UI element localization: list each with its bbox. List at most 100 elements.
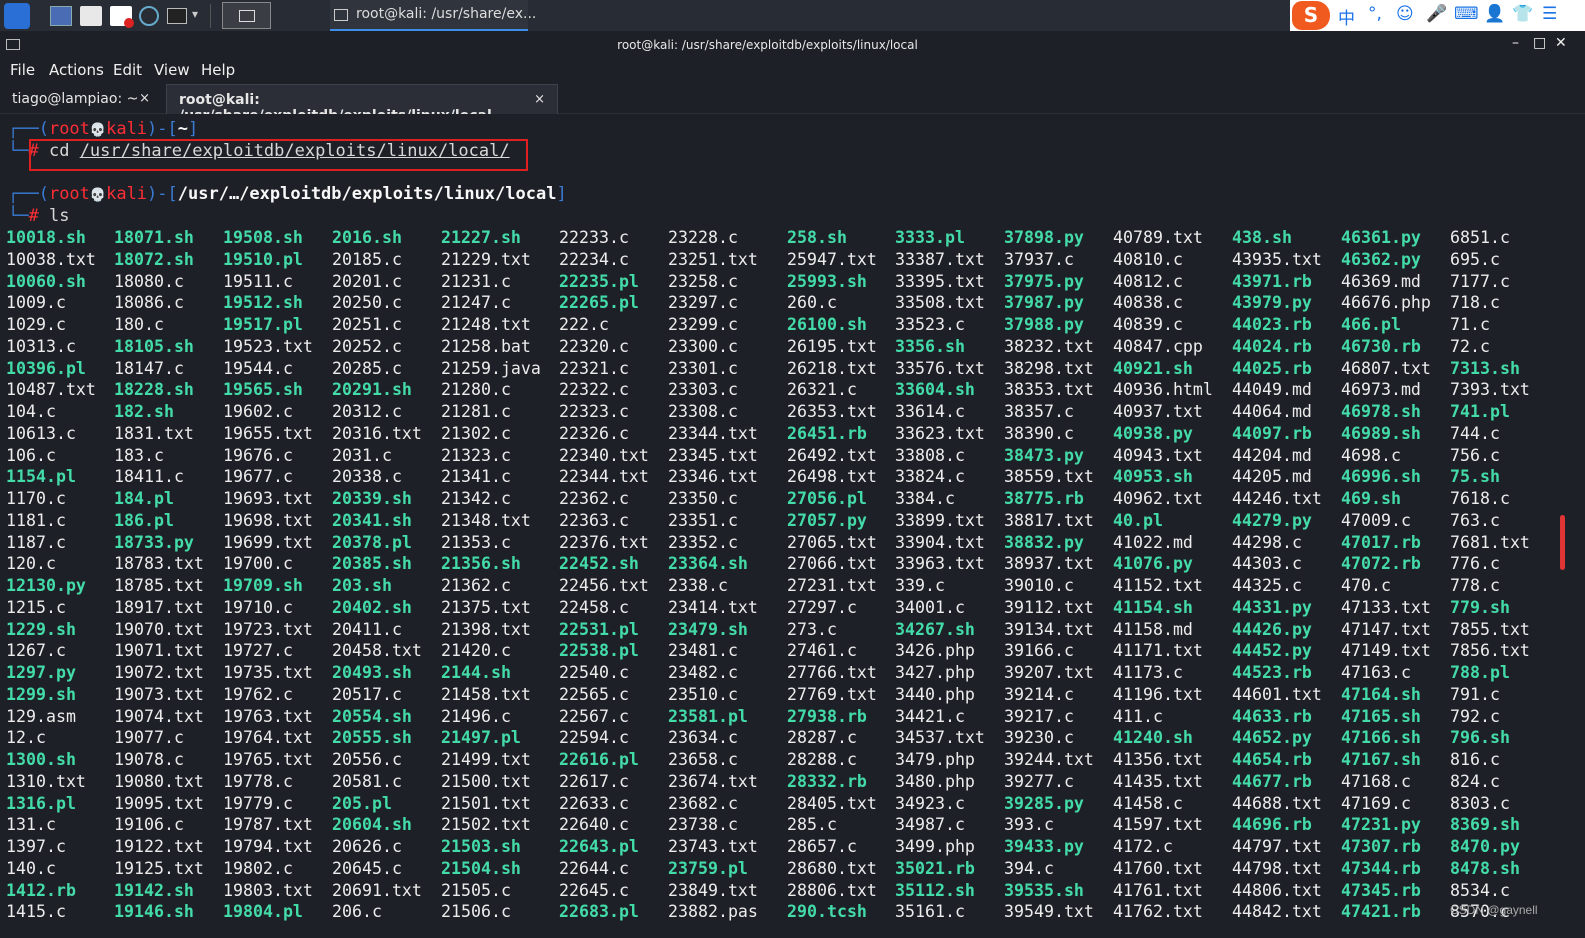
menu-edit[interactable]: Edit xyxy=(113,61,142,79)
keyboard-icon[interactable]: ⌨ xyxy=(1454,4,1479,24)
exec-file-entry: 33604.sh xyxy=(895,380,975,400)
file-entry: 22644.c xyxy=(559,858,629,878)
window-titlebar[interactable]: root@kali: /usr/share/exploitdb/exploits… xyxy=(0,31,1585,59)
skin-icon[interactable]: 👕 xyxy=(1512,4,1533,24)
menu-file[interactable]: File xyxy=(10,61,35,79)
exec-file-entry: 44654.rb xyxy=(1232,750,1312,769)
scrollbar-thumb[interactable] xyxy=(1560,515,1565,570)
file-entry: 8534.c xyxy=(1450,880,1510,900)
file-entry: 19710.c xyxy=(223,597,293,617)
file-entry: 183.c xyxy=(114,445,164,465)
ime-chinese-icon[interactable]: 中 xyxy=(1338,4,1355,29)
tab-root-kali[interactable]: root@kali: /usr/share/exploitdb/exploits… xyxy=(166,84,558,124)
file-entry: 816.c xyxy=(1450,750,1500,769)
file-entry: 19677.c xyxy=(223,467,293,487)
tab-close-icon[interactable]: × xyxy=(139,91,150,106)
file-entry: 1831.txt xyxy=(114,423,194,443)
exec-file-entry: 469.sh xyxy=(1341,489,1401,508)
file-entry: 39277.c xyxy=(1004,771,1074,791)
file-entry: 1215.c xyxy=(6,597,66,617)
exec-file-entry: 39285.py xyxy=(1004,793,1084,813)
microphone-icon[interactable]: 🎤 xyxy=(1426,4,1447,24)
prompt-decoration: ┌──( xyxy=(8,184,49,204)
file-entry: 23882.pas xyxy=(668,902,758,922)
file-entry: 7681.txt xyxy=(1450,532,1530,552)
maximize-button[interactable]: □ xyxy=(1533,35,1546,51)
menu-help[interactable]: Help xyxy=(201,61,235,79)
file-entry: 39230.c xyxy=(1004,728,1074,748)
file-entry: 393.c xyxy=(1004,815,1054,835)
file-entry: 140.c xyxy=(6,858,56,878)
file-entry: 40789.txt xyxy=(1113,228,1203,247)
exec-file-entry: 2144.sh xyxy=(441,663,511,682)
file-entry: 3440.php xyxy=(895,684,975,704)
file-entry: 40937.txt xyxy=(1113,402,1203,421)
file-entry: 19106.c xyxy=(114,815,184,835)
file-entry: 18147.c xyxy=(114,358,184,378)
taskbar-item-terminal[interactable]: root@kali: /usr/share/ex... xyxy=(330,0,536,31)
terminal-launcher-icon[interactable] xyxy=(167,8,187,24)
file-entry: 4698.c xyxy=(1341,445,1401,465)
kali-menu-icon[interactable] xyxy=(4,3,30,29)
ime-logo-icon[interactable]: S xyxy=(1292,1,1330,30)
menu-view[interactable]: View xyxy=(154,61,190,79)
file-entry: 19655.txt xyxy=(223,423,313,443)
user-icon[interactable]: 👤 xyxy=(1484,4,1505,24)
file-entry: 19803.txt xyxy=(223,880,313,900)
file-entry: 394.c xyxy=(1004,858,1054,878)
exec-file-entry: 7313.sh xyxy=(1450,358,1520,378)
file-entry: 2338.c xyxy=(668,576,728,595)
file-entry: 47133.txt xyxy=(1341,597,1431,617)
file-entry: 273.c xyxy=(787,619,837,639)
file-entry: 21348.txt xyxy=(441,510,531,530)
file-entry: 23299.c xyxy=(668,315,738,334)
file-entry: 41158.md xyxy=(1113,619,1193,639)
exec-file-entry: 3356.sh xyxy=(895,336,965,356)
ime-menu-icon[interactable]: ☰ xyxy=(1542,4,1557,24)
file-entry: 25947.txt xyxy=(787,249,877,269)
exec-file-entry: 44279.py xyxy=(1232,510,1312,530)
workspace-switcher[interactable] xyxy=(222,2,271,29)
menu-actions[interactable]: Actions xyxy=(49,61,104,79)
minimize-button[interactable]: – xyxy=(1512,35,1519,51)
browser-icon[interactable] xyxy=(139,6,159,26)
terminal-output[interactable]: ┌──(root💀kali)-[~] └─# cd /usr/share/exp… xyxy=(0,114,1585,938)
file-entry: 23482.c xyxy=(668,663,738,682)
file-entry: 39549.txt xyxy=(1004,902,1094,922)
tab-close-icon[interactable]: × xyxy=(534,92,545,107)
file-entry: 23303.c xyxy=(668,380,738,400)
file-manager-icon[interactable] xyxy=(80,6,102,26)
tab-tiago[interactable]: tiago@lampiao: ~ × xyxy=(0,84,164,114)
file-entry: 46676.php xyxy=(1341,293,1431,313)
show-desktop-icon[interactable] xyxy=(50,6,72,26)
text-editor-icon[interactable] xyxy=(110,6,134,28)
file-entry: 20285.c xyxy=(332,358,402,378)
exec-file-entry: 18228.sh xyxy=(114,380,194,400)
exec-file-entry: 2016.sh xyxy=(332,228,402,247)
file-entry: 20338.c xyxy=(332,467,402,487)
file-entry: 23346.txt xyxy=(668,467,758,487)
file-entry: 7177.c xyxy=(1450,271,1510,291)
file-entry: 19122.txt xyxy=(114,837,204,856)
exec-file-entry: 44452.py xyxy=(1232,641,1312,661)
exec-file-entry: 46996.sh xyxy=(1341,467,1421,487)
file-entry: 38298.txt xyxy=(1004,358,1094,378)
exec-file-entry: 47072.rb xyxy=(1341,554,1421,574)
file-entry: 41760.txt xyxy=(1113,858,1203,878)
file-entry: 21258.bat xyxy=(441,336,531,356)
terminal-dropdown-icon[interactable]: ▾ xyxy=(192,7,198,21)
file-entry: 19070.txt xyxy=(114,619,204,639)
file-entry: 19544.c xyxy=(223,358,293,378)
file-entry: 27065.txt xyxy=(787,532,877,552)
file-entry: 20251.c xyxy=(332,315,402,334)
file-entry: 41435.txt xyxy=(1113,771,1203,791)
file-entry: 72.c xyxy=(1450,336,1490,356)
file-entry: 129.asm xyxy=(6,706,76,726)
ls-column: 10018.sh 10038.txt 10060.sh 1009.c 1029.c 103… xyxy=(6,227,96,923)
close-button[interactable]: ✕ xyxy=(1555,35,1567,51)
ime-punct-icon[interactable]: °, xyxy=(1368,4,1382,24)
exec-file-entry: 21497.pl xyxy=(441,728,521,748)
ime-emoji-icon[interactable]: ☺ xyxy=(1396,4,1414,24)
file-entry: 19074.txt xyxy=(114,706,204,726)
exec-file-entry: 8478.sh xyxy=(1450,858,1520,878)
